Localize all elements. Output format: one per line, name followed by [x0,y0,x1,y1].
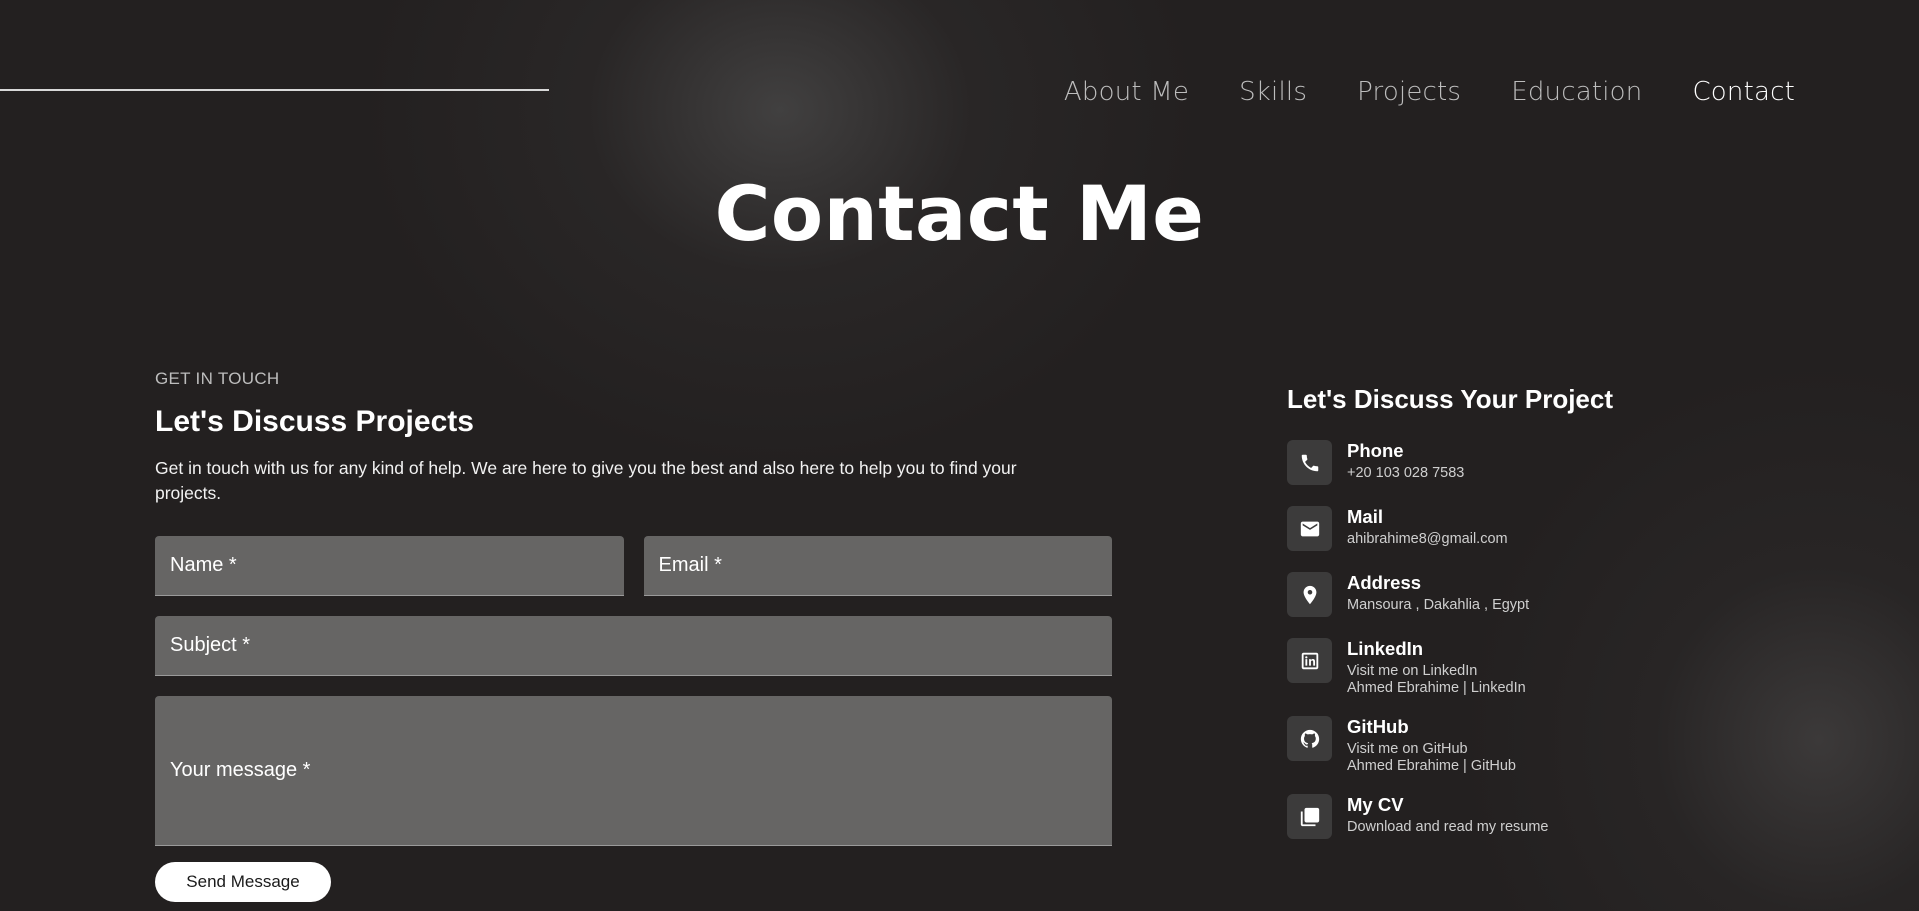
location-pin-icon [1287,572,1332,617]
contact-list: Phone +20 103 028 7583 Mail ahibrahime8@… [1287,440,1707,839]
name-input[interactable]: Name * [155,536,624,596]
contact-title-mail: Mail [1347,506,1383,527]
contact-info-section: Let's Discuss Your Project Phone +20 103… [1287,380,1707,860]
mail-icon [1287,506,1332,551]
name-placeholder: Name * [170,554,237,576]
email-placeholder: Email * [658,554,722,576]
subject-placeholder: Subject * [170,634,251,656]
contact-title-address: Address [1347,572,1422,593]
contact-title-linkedin: LinkedIn [1347,638,1424,659]
contact-value-address: Mansoura , Dakahlia , Egypt [1347,597,1530,613]
contact-form-section: GET IN TOUCH Let's Discuss Projects Get … [155,368,1112,902]
send-message-button[interactable]: Send Message [155,862,331,902]
github-icon [1287,716,1332,761]
contact-item-cv[interactable]: My CV Download and read my resume [1287,794,1707,839]
contact-line-linkedin-2[interactable]: Ahmed Ebrahime | LinkedIn [1347,680,1526,697]
header-divider-line [0,89,549,91]
nav-contact[interactable]: Contact [1692,72,1795,112]
contact-value-mail: ahibrahime8@gmail.com [1347,531,1508,547]
contact-line-github-2[interactable]: Ahmed Ebrahime | GitHub [1347,758,1516,775]
contact-title-github: GitHub [1347,716,1409,737]
contact-value-phone: +20 103 028 7583 [1347,465,1465,481]
section-heading: Let's Discuss Projects [155,405,474,438]
phone-icon [1287,440,1332,485]
subject-input[interactable]: Subject * [155,616,1112,676]
nav-about-me[interactable]: About Me [1064,72,1189,112]
linkedin-icon [1287,638,1332,683]
contact-value-cv: Download and read my resume [1347,819,1549,835]
contact-info-heading: Let's Discuss Your Project [1287,384,1614,414]
contact-form: Name * Email * Subject * Your message * … [155,536,1112,902]
message-placeholder: Your message * [170,759,311,781]
contact-item-github[interactable]: GitHub Visit me on GitHub Ahmed Ebrahime… [1287,716,1707,775]
main-nav: About Me Skills Projects Education Conta… [1064,72,1795,112]
pdf-icon [1287,794,1332,839]
contact-title-phone: Phone [1347,440,1404,461]
contact-title-cv: My CV [1347,794,1404,815]
contact-item-linkedin[interactable]: LinkedIn Visit me on LinkedIn Ahmed Ebra… [1287,638,1707,697]
email-input[interactable]: Email * [643,536,1112,596]
contact-item-address[interactable]: Address Mansoura , Dakahlia , Egypt [1287,572,1707,617]
nav-projects[interactable]: Projects [1357,72,1461,112]
message-textarea[interactable]: Your message * [155,696,1112,846]
contact-item-mail[interactable]: Mail ahibrahime8@gmail.com [1287,506,1707,551]
section-intro: Get in touch with us for any kind of hel… [155,458,1017,503]
contact-line-linkedin-1: Visit me on LinkedIn [1347,663,1478,679]
nav-skills[interactable]: Skills [1239,72,1307,112]
section-eyebrow: GET IN TOUCH [155,369,280,388]
nav-education[interactable]: Education [1511,72,1642,112]
page-title: Contact Me [714,169,1205,258]
contact-line-github-1: Visit me on GitHub [1347,741,1468,757]
contact-item-phone[interactable]: Phone +20 103 028 7583 [1287,440,1707,485]
